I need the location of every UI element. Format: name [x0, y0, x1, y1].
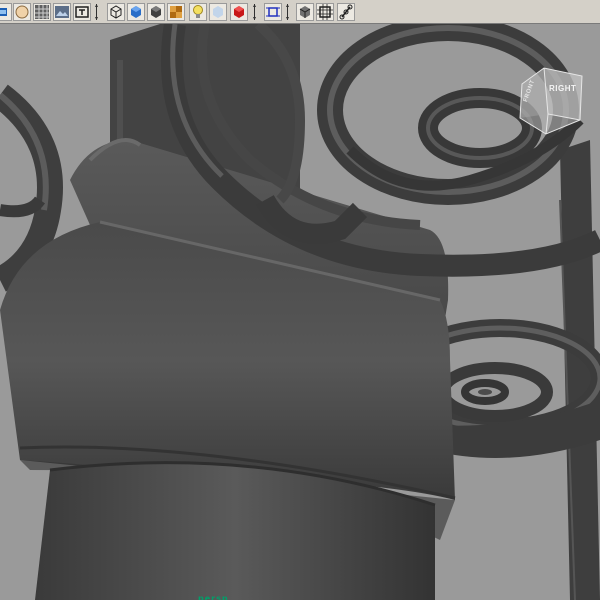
grid-toggle-icon	[34, 4, 50, 20]
select-camera-button[interactable]	[0, 3, 12, 21]
image-plane-button[interactable]	[53, 3, 71, 21]
wireframe-on-shaded-icon	[297, 4, 313, 20]
scene-render	[0, 24, 600, 600]
camera-attributes-icon	[14, 4, 30, 20]
viewcube-icon	[519, 67, 583, 135]
resolution-gate-icon	[74, 4, 90, 20]
joints-icon	[338, 4, 354, 20]
use-all-lights-icon	[190, 4, 206, 20]
film-gate-icon	[317, 4, 333, 20]
xray-button[interactable]	[209, 3, 227, 21]
smooth-shade-all-button[interactable]	[127, 3, 145, 21]
wireframe-on-shaded-button[interactable]	[296, 3, 314, 21]
image-plane-icon	[54, 4, 70, 20]
3d-viewport[interactable]: RIGHT FRONT persp	[0, 24, 600, 600]
camera-attributes-button[interactable]	[13, 3, 31, 21]
camera-label: persp	[198, 594, 229, 600]
textured-icon	[168, 4, 184, 20]
viewport-toolbar	[0, 0, 600, 24]
grid-toggle-button[interactable]	[33, 3, 51, 21]
default-material-icon	[148, 4, 164, 20]
textured-button[interactable]	[167, 3, 185, 21]
smooth-shade-all-icon	[128, 4, 144, 20]
select-camera-icon	[0, 4, 11, 20]
isolate-select-button[interactable]	[264, 3, 282, 21]
default-material-button[interactable]	[147, 3, 165, 21]
joints-button[interactable]	[337, 3, 355, 21]
toolbar-separator	[253, 4, 256, 20]
viewcube[interactable]: RIGHT FRONT	[512, 62, 592, 142]
toolbar-separator	[286, 4, 289, 20]
use-all-lights-button[interactable]	[189, 3, 207, 21]
shadows-icon	[231, 4, 247, 20]
shadows-button[interactable]	[230, 3, 248, 21]
wireframe-shading-button[interactable]	[107, 3, 125, 21]
toolbar-separator	[95, 4, 98, 20]
isolate-select-icon	[265, 4, 281, 20]
xray-icon	[210, 4, 226, 20]
viewcube-right-label[interactable]: RIGHT	[549, 84, 576, 93]
resolution-gate-button[interactable]	[73, 3, 91, 21]
film-gate-button[interactable]	[316, 3, 334, 21]
wireframe-shading-icon	[108, 4, 124, 20]
